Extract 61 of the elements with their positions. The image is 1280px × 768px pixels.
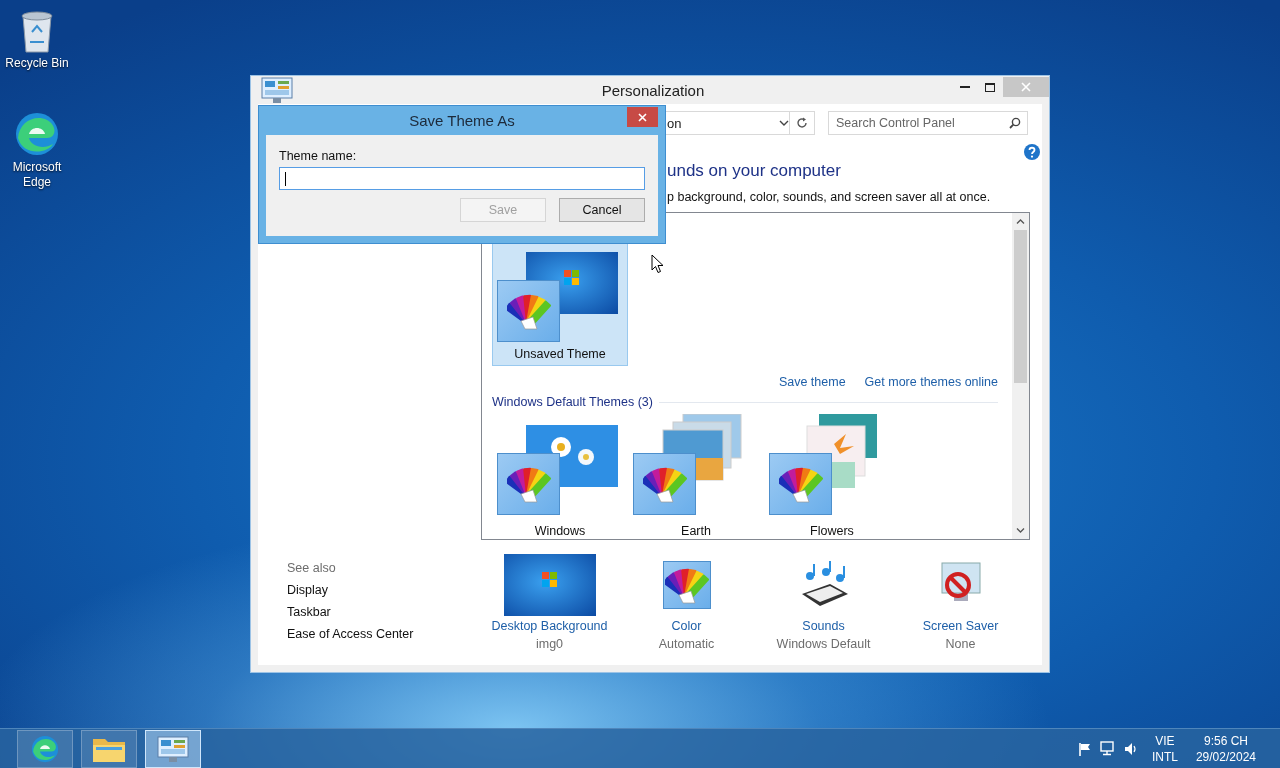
browser-icon [13, 110, 61, 158]
control-panel-icon [157, 734, 189, 763]
flag-icon[interactable] [1077, 741, 1092, 756]
desktop-shortcut[interactable]: Recycle Bin [1, 6, 73, 71]
clock[interactable]: 9:56 CH 29/02/2024 [1195, 732, 1256, 765]
setting-link[interactable]: Desktop Background [491, 619, 608, 633]
language-indicator[interactable]: VIE INTL [1151, 732, 1178, 765]
palette-icon [497, 453, 560, 515]
palette-icon [497, 280, 560, 342]
scrollbar[interactable] [1012, 213, 1029, 539]
see-also-heading: See also [287, 561, 337, 575]
setting-link[interactable]: Sounds [802, 619, 845, 633]
close-icon [638, 112, 647, 122]
setting-link[interactable]: Screen Saver [922, 619, 999, 633]
search-field[interactable]: Search Control Panel [828, 111, 1028, 135]
theme-tile[interactable]: Flowers [764, 415, 900, 539]
minimize-icon [960, 86, 970, 88]
setting-value: Windows Default [776, 637, 871, 651]
see-also-link[interactable]: Ease of Access Center [287, 627, 481, 641]
desktop-shortcut[interactable]: Microsoft Edge [1, 110, 73, 190]
see-also-link[interactable]: Taskbar [287, 605, 481, 619]
refresh-button[interactable] [790, 111, 815, 135]
chevron-down-icon [779, 120, 789, 126]
page-description: p background, color, sounds, and screen saver all at once. [667, 190, 991, 204]
text-caret [285, 171, 286, 186]
window-title: Personalization [600, 81, 706, 99]
shortcut-label: Recycle Bin [5, 56, 69, 71]
theme-link[interactable]: Save theme [778, 375, 846, 389]
mouse-pointer-icon [651, 254, 664, 274]
scroll-down-icon [1016, 528, 1025, 533]
speaker-icon[interactable] [1123, 741, 1138, 756]
palette-icon [633, 453, 696, 515]
setting-value: None [945, 637, 976, 651]
close-icon [1021, 82, 1031, 92]
see-also-link[interactable]: Display [287, 583, 481, 597]
palette-icon [769, 453, 832, 515]
network-icon[interactable] [1099, 741, 1116, 756]
taskbar-app-button[interactable] [145, 729, 201, 768]
theme-tile[interactable]: Earth [628, 415, 764, 539]
scrollbar-thumb[interactable] [1014, 230, 1027, 383]
help-icon[interactable] [1024, 144, 1040, 160]
close-button[interactable] [627, 107, 658, 127]
setting-link[interactable]: Color [671, 619, 702, 633]
page-heading: unds on your computer [667, 161, 841, 181]
scroll-up-icon [1016, 219, 1025, 224]
shortcut-label: Microsoft Edge [11, 160, 63, 190]
maximize-icon [985, 82, 995, 92]
dialog-button[interactable]: Cancel [559, 198, 645, 222]
group-header: Windows Default Themes (3) [492, 395, 653, 409]
search-icon [1009, 117, 1021, 129]
browser-icon [30, 733, 60, 764]
dialog-title: Save Theme As [409, 112, 515, 129]
theme-link[interactable]: Get more themes online [864, 375, 998, 389]
setting-value: img0 [535, 637, 564, 651]
refresh-icon [796, 117, 808, 129]
theme-tile[interactable]: Windows [492, 415, 628, 539]
theme-tile[interactable]: Unsaved Theme [492, 242, 628, 366]
input-field[interactable] [279, 167, 645, 190]
field-label: Theme name: [279, 149, 358, 163]
palette-icon [662, 561, 711, 609]
setting-value: Automatic [658, 637, 715, 651]
